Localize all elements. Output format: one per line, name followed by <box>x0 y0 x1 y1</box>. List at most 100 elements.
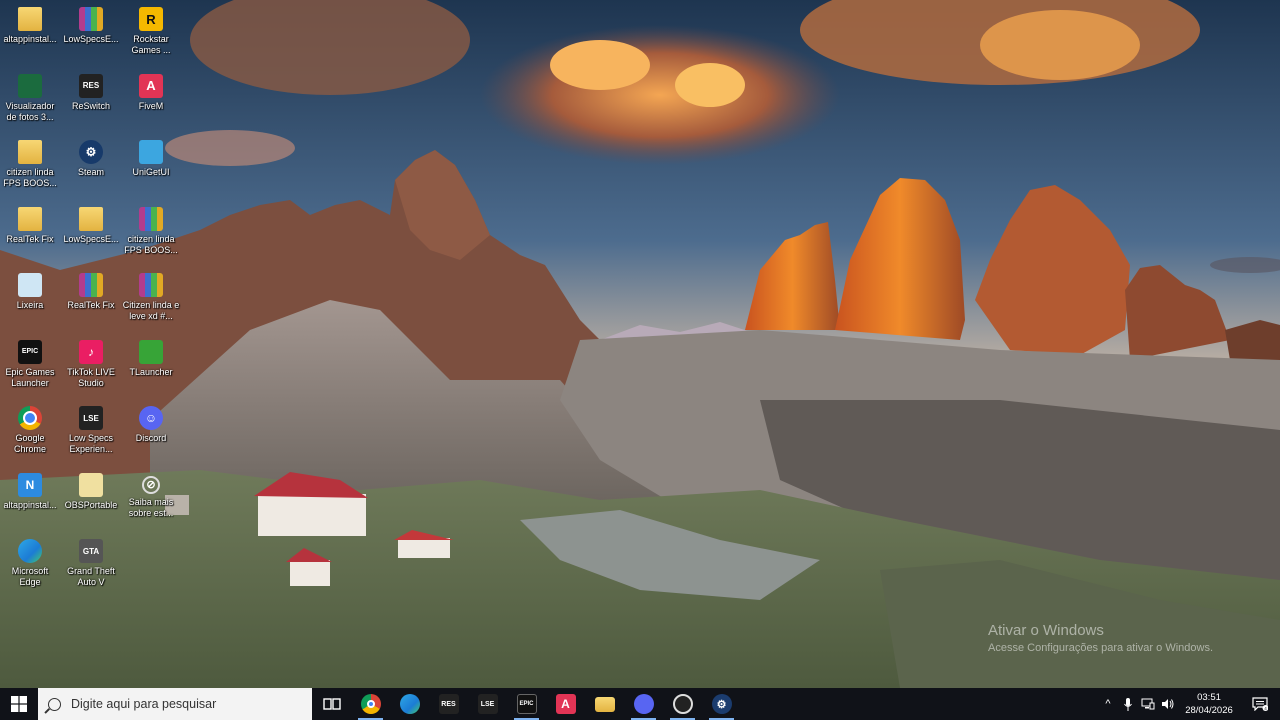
desktop-icon-label: Saiba mais sobre est... <box>128 496 174 518</box>
steam-icon: ⚙ <box>711 694 732 714</box>
folder-icon <box>18 7 42 31</box>
discord-icon <box>633 694 654 714</box>
desktop-icon-label: TLauncher <box>129 366 173 377</box>
windows-logo-icon <box>11 696 27 712</box>
chrome-icon <box>360 694 381 714</box>
edge-icon <box>18 539 42 563</box>
taskbar-file-explorer-button[interactable] <box>585 688 624 720</box>
desktop-icon-label: citizen linda FPS BOOS... <box>3 167 57 188</box>
unigetui-icon <box>139 140 163 164</box>
winrar-icon <box>139 206 163 231</box>
folder-icon <box>79 206 103 231</box>
taskbar-obs-button[interactable] <box>663 688 702 720</box>
desktop-icon[interactable]: Citizen linda e leve xd #... <box>121 268 181 332</box>
desktop-icon[interactable]: UniGetUI <box>121 135 181 199</box>
rockstar-icon: R <box>139 7 163 31</box>
desktop-icon-label: UniGetUI <box>132 167 170 177</box>
desktop-icon-label: RealTek Fix <box>67 300 115 310</box>
desktop-icon[interactable]: RealTek Fix <box>0 202 60 266</box>
folder-icon <box>594 696 615 712</box>
desktop-icon[interactable]: Naltappinstal... <box>0 468 60 532</box>
desktop-icon[interactable]: LowSpecsE... <box>61 2 121 66</box>
system-tray: ^ 03:51 28/04/2026 4 <box>1098 688 1280 720</box>
edge-icon <box>399 694 420 714</box>
desktop-icon-label: ReSwitch <box>71 100 110 111</box>
action-center-button[interactable]: 4 <box>1240 688 1280 720</box>
info-icon: ⊘ <box>142 475 160 494</box>
photo-viewer-icon <box>18 73 42 98</box>
desktop-icon-label: Microsoft Edge <box>11 566 49 587</box>
taskbar-epic-games-button[interactable]: EPIC <box>507 688 546 720</box>
fivem-icon: A <box>555 694 576 714</box>
desktop-icon[interactable]: OBSPortable <box>61 468 121 532</box>
desktop-icon[interactable]: citizen linda FPS BOOS... <box>121 202 181 266</box>
desktop-icon[interactable]: citizen linda FPS BOOS... <box>0 135 60 199</box>
taskbar-edge-button[interactable] <box>390 688 429 720</box>
desktop-icon[interactable]: LSE Low Specs Experien... <box>61 401 121 465</box>
desktop-icon[interactable]: GTA Grand Theft Auto V <box>61 534 121 598</box>
desktop-icon-label: FiveM <box>138 100 164 111</box>
taskbar: RES LSE EPIC A ⚙ ^ 03:51 28/04/2026 <box>0 688 1280 720</box>
taskbar-search-box[interactable] <box>38 688 312 720</box>
desktop-icon[interactable]: LowSpecsE... <box>61 202 121 266</box>
taskbar-clock[interactable]: 03:51 28/04/2026 <box>1178 691 1240 717</box>
desktop-icon[interactable]: RES ReSwitch <box>61 69 121 133</box>
obs-icon <box>672 694 693 714</box>
obs-icon <box>79 472 103 497</box>
desktop-icon-label: Epic Games Launcher <box>5 366 55 388</box>
clock-date: 28/04/2026 <box>1185 705 1233 716</box>
winrar-icon <box>79 273 103 297</box>
taskbar-chrome-button[interactable] <box>351 688 390 720</box>
desktop-icon-label: Visualizador de fotos 3... <box>5 100 55 122</box>
chrome-icon <box>18 406 42 430</box>
taskbar-reswitch-button[interactable]: RES <box>429 688 468 720</box>
lse-icon: LSE <box>477 694 498 714</box>
search-input[interactable] <box>71 697 291 711</box>
desktop-icon-label: Grand Theft Auto V <box>67 566 115 587</box>
desktop-icon-label: Citizen linda e leve xd #... <box>122 300 180 321</box>
desktop-icon[interactable]: TLauncher <box>121 335 181 399</box>
start-button[interactable] <box>0 688 38 720</box>
watermark-subtitle: Acesse Configurações para ativar o Windo… <box>988 642 1213 654</box>
desktop-icon-label: LowSpecsE... <box>63 34 119 44</box>
microphone-icon[interactable] <box>1118 688 1138 720</box>
desktop-icon[interactable]: Google Chrome <box>0 401 60 465</box>
show-hidden-icons-chevron-icon[interactable]: ^ <box>1098 688 1118 720</box>
desktop-icon-label: Lixeira <box>16 300 44 310</box>
desktop-icon[interactable]: ⊘ Saiba mais sobre est... <box>121 468 181 532</box>
desktop-icon-label: RealTek Fix <box>6 233 54 244</box>
desktop-icon[interactable]: ♪ TikTok LIVE Studio <box>61 335 121 399</box>
desktop-icon-label: citizen linda FPS BOOS... <box>124 233 178 255</box>
recycle-bin-icon <box>18 273 42 297</box>
tlauncher-icon <box>139 339 163 364</box>
desktop-icon[interactable]: Visualizador de fotos 3... <box>0 69 60 133</box>
desktop-icon[interactable]: R Rockstar Games ... <box>121 2 181 66</box>
task-view-icon <box>322 698 341 710</box>
taskbar-steam-button[interactable]: ⚙ <box>702 688 741 720</box>
desktop-icon[interactable]: Lixeira <box>0 268 60 332</box>
network-icon[interactable] <box>1138 688 1158 720</box>
winrar-icon <box>139 273 163 297</box>
clock-time: 03:51 <box>1197 692 1221 703</box>
taskbar-fivem-button[interactable]: A <box>546 688 585 720</box>
epic-games-icon: EPIC <box>18 339 42 364</box>
desktop-icon[interactable]: altappinstal... <box>0 2 60 66</box>
tiktok-icon: ♪ <box>79 339 103 364</box>
desktop-icon-label: LowSpecsE... <box>63 233 119 244</box>
reswitch-icon: RES <box>79 73 103 98</box>
desktop-icon[interactable]: EPIC Epic Games Launcher <box>0 335 60 399</box>
lse-icon: LSE <box>79 406 103 430</box>
task-view-button[interactable] <box>312 688 351 720</box>
notification-icon: 4 <box>1252 697 1268 711</box>
taskbar-lse-button[interactable]: LSE <box>468 688 507 720</box>
desktop-icon[interactable]: ⚙ Steam <box>61 135 121 199</box>
desktop-icon[interactable]: Microsoft Edge <box>0 534 60 598</box>
desktop-icon-label: Steam <box>77 167 104 177</box>
desktop-icon[interactable]: ☺ Discord <box>121 401 181 465</box>
volume-icon[interactable] <box>1158 688 1178 720</box>
fivem-icon: A <box>139 73 163 98</box>
epic-games-icon: EPIC <box>516 694 537 714</box>
taskbar-discord-button[interactable] <box>624 688 663 720</box>
desktop-icon[interactable]: RealTek Fix <box>61 268 121 332</box>
desktop-icon[interactable]: A FiveM <box>121 69 181 133</box>
